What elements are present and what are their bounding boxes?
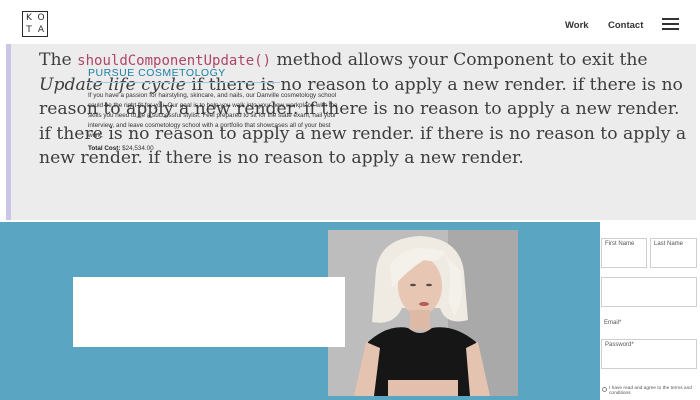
site-header: K O T A Work Contact <box>0 0 700 48</box>
password-field[interactable]: Password* <box>601 339 697 369</box>
kota-logo[interactable]: K O T A <box>22 11 48 37</box>
quote-after-code: method allows your Component to exit the <box>271 50 648 70</box>
first-name-placeholder: First Name <box>605 241 635 247</box>
hamburger-menu-icon[interactable] <box>662 18 679 30</box>
total-cost-value: $24,534.00 <box>122 145 154 152</box>
info-card <box>73 277 345 347</box>
logo-letter: A <box>37 24 45 35</box>
model-photo <box>328 230 518 396</box>
terms-checkbox[interactable] <box>602 387 607 392</box>
divider <box>88 82 280 83</box>
first-name-field[interactable]: First Name <box>601 238 647 268</box>
last-name-placeholder: Last Name <box>654 241 684 247</box>
terms-label: I have read and agree to the terms and c… <box>609 386 692 396</box>
email-label: Email* <box>604 320 622 326</box>
logo-letter: O <box>37 12 45 23</box>
last-name-field[interactable]: Last Name <box>650 238 697 268</box>
cosmetology-section <box>0 222 600 400</box>
total-cost-label: Total Cost: <box>88 145 121 152</box>
quote-intro: The <box>39 50 78 70</box>
logo-letter: K <box>26 12 32 23</box>
nav-link-contact[interactable]: Contact <box>608 20 643 31</box>
logo-letter: T <box>26 24 32 35</box>
card-title: PURSUE COSMETOLOGY <box>88 67 226 79</box>
card-body: If you have a passion for hairstyling, s… <box>88 92 338 140</box>
total-cost: Total Cost: $24,534.00 <box>88 145 154 152</box>
password-value: Password* <box>605 342 634 348</box>
text-field[interactable] <box>601 277 697 307</box>
nav-link-work[interactable]: Work <box>565 20 589 31</box>
